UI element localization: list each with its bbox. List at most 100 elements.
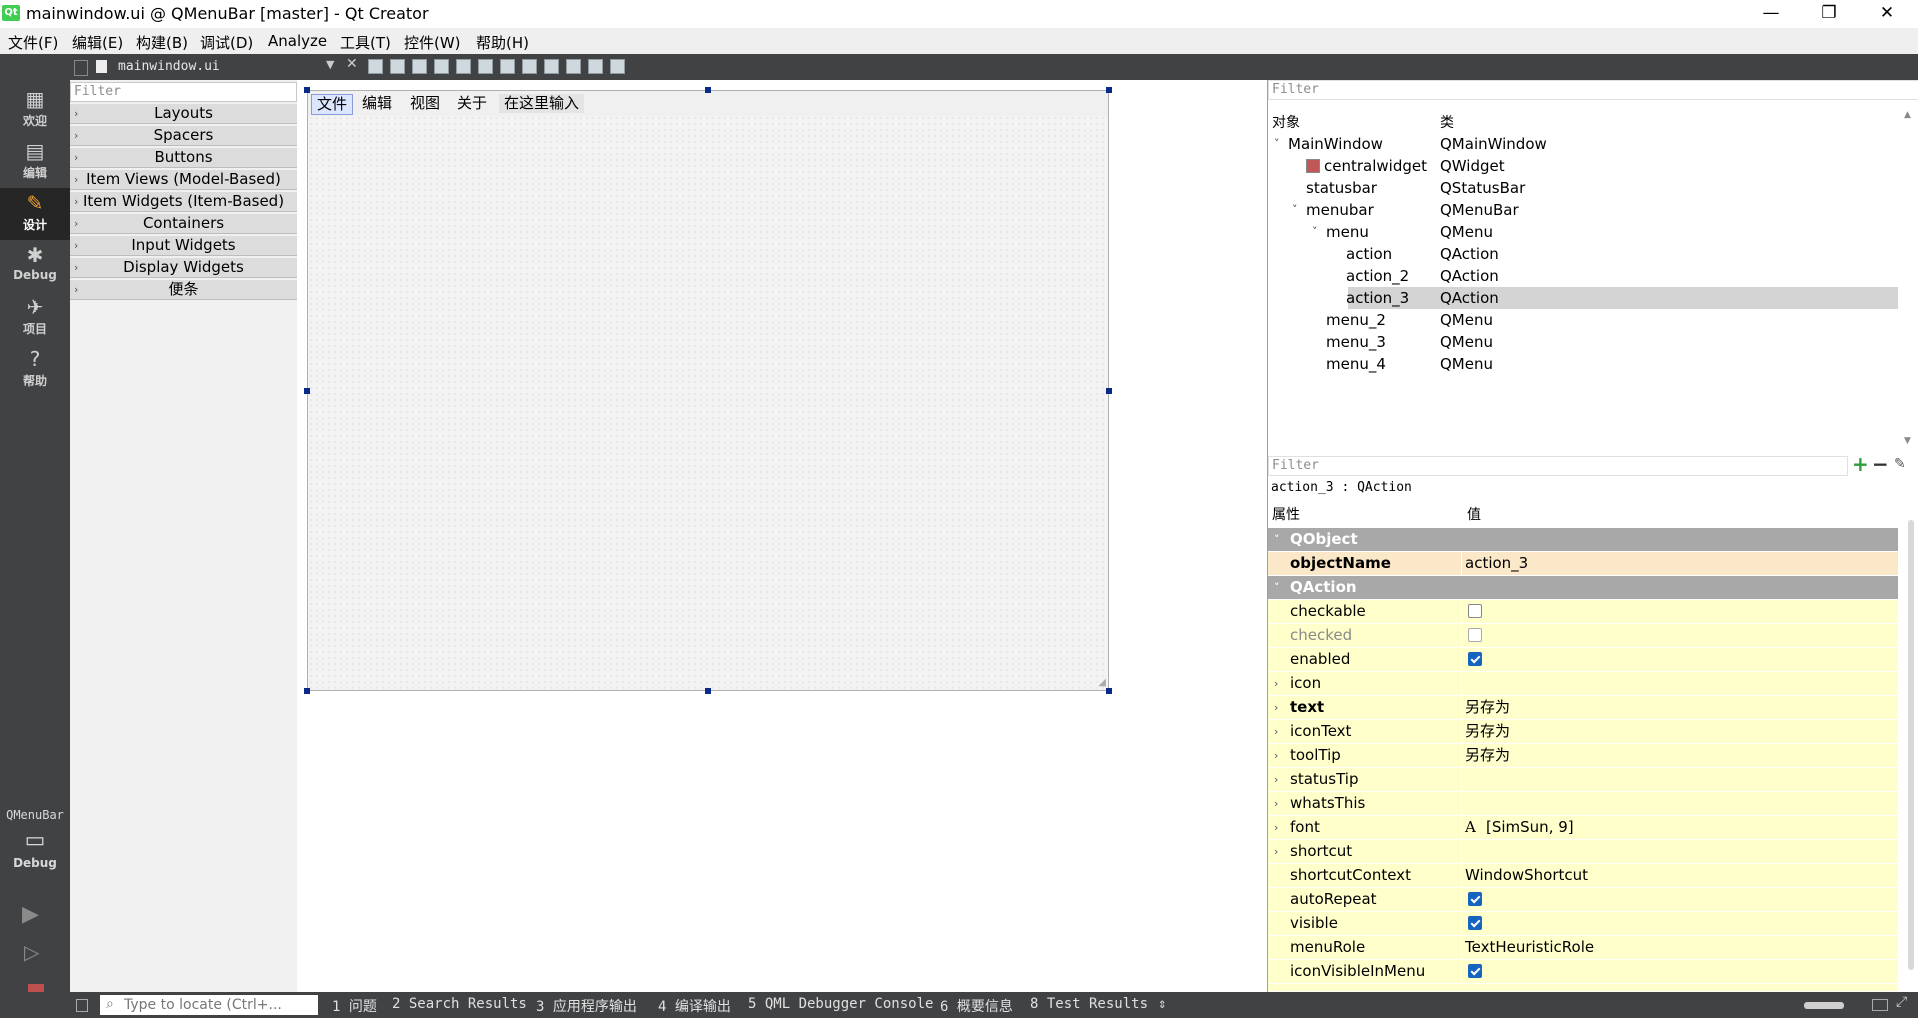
prop-tooltip[interactable]: › toolTip 另存为 (1268, 744, 1898, 768)
prop-visible[interactable]: visible (1268, 912, 1898, 936)
edit-signals-icon[interactable] (390, 59, 405, 74)
prop-value[interactable]: 另存为 (1465, 744, 1510, 767)
prop-icontext[interactable]: › iconText 另存为 (1268, 720, 1898, 744)
tree-row-menu-3[interactable]: menu_3 QMenu (1268, 331, 1898, 353)
category-scratchpad[interactable]: › 便条 (70, 280, 297, 300)
menu-file[interactable]: 文件(F) (8, 32, 58, 53)
toggle-sidebar-icon[interactable] (76, 999, 88, 1012)
value-column-header[interactable]: 值 (1467, 504, 1481, 524)
run-button[interactable]: ▶ (22, 902, 39, 927)
mode-debug[interactable]: ✱ Debug (0, 240, 70, 292)
resize-grip-icon[interactable]: ◢ (1098, 677, 1106, 688)
locator-input[interactable]: Type to locate (Ctrl+... (100, 995, 318, 1015)
prop-value[interactable]: 另存为 (1465, 720, 1510, 743)
split-vertical-icon[interactable] (522, 59, 537, 74)
close-button[interactable]: ✕ (1858, 0, 1916, 28)
prop-enabled[interactable]: enabled (1268, 648, 1898, 672)
property-filter-input[interactable]: Filter (1268, 456, 1848, 476)
mode-help[interactable]: ? 帮助 (0, 344, 70, 396)
autorepeat-checkbox[interactable] (1468, 892, 1482, 906)
layout-horizontal-icon[interactable] (456, 59, 471, 74)
category-layouts[interactable]: › Layouts (70, 104, 297, 124)
prop-font[interactable]: › font A [SimSun, 9] (1268, 816, 1898, 840)
checkable-checkbox[interactable] (1468, 604, 1482, 618)
debug-run-button[interactable]: ▷ (24, 940, 39, 964)
remove-property-icon[interactable]: − (1872, 452, 1889, 476)
menu-analyze[interactable]: Analyze (268, 32, 327, 50)
category-spacers[interactable]: › Spacers (70, 126, 297, 146)
selection-handle[interactable] (304, 688, 310, 694)
prop-shortcut[interactable]: › shortcut (1268, 840, 1898, 864)
menu-build[interactable]: 构建(B) (136, 32, 188, 53)
minimize-button[interactable]: — (1742, 0, 1800, 28)
prop-shortcutcontext[interactable]: shortcutContext WindowShortcut (1268, 864, 1898, 888)
pane-issues[interactable]: 1 问题 (332, 996, 377, 1016)
selection-handle[interactable] (1106, 87, 1112, 93)
pane-general-messages[interactable]: 6 概要信息 (940, 996, 1013, 1016)
more-panes-icon[interactable]: ⇕ (1158, 996, 1166, 1012)
kit-selector[interactable]: ▭ Debug (0, 826, 70, 882)
selection-handle[interactable] (304, 388, 310, 394)
prop-value[interactable]: [SimSun, 9] (1486, 816, 1574, 839)
prop-value[interactable]: WindowShortcut (1465, 864, 1588, 887)
prop-objectname[interactable]: objectName action_3 (1268, 552, 1898, 576)
prop-menurole[interactable]: menuRole TextHeuristicRole (1268, 936, 1898, 960)
prop-text[interactable]: › text 另存为 (1268, 696, 1898, 720)
scroll-down-icon[interactable]: ▼ (1904, 436, 1911, 446)
pane-test-results[interactable]: 8 Test Results (1030, 996, 1148, 1012)
tree-row-mainwindow[interactable]: ˅ MainWindow QMainWindow (1268, 133, 1898, 155)
category-buttons[interactable]: › Buttons (70, 148, 297, 168)
prop-checked[interactable]: checked (1268, 624, 1898, 648)
form-menu-file[interactable]: 文件 (311, 94, 354, 115)
mode-projects[interactable]: ✈ 项目 (0, 292, 70, 344)
property-column-header[interactable]: 属性 (1272, 504, 1300, 524)
prop-icon[interactable]: › icon (1268, 672, 1898, 696)
selection-handle[interactable] (304, 87, 310, 93)
scroll-up-icon[interactable]: ▲ (1904, 110, 1911, 120)
layout-vertical-icon[interactable] (478, 59, 493, 74)
category-display-widgets[interactable]: › Display Widgets (70, 258, 297, 278)
tree-row-menu-2[interactable]: menu_2 QMenu (1268, 309, 1898, 331)
menu-controls[interactable]: 控件(W) (404, 32, 461, 53)
edit-widgets-icon[interactable] (368, 59, 383, 74)
prop-whatsthis[interactable]: › whatsThis (1268, 792, 1898, 816)
form-menu-view[interactable]: 视图 (405, 94, 445, 113)
group-qaction[interactable]: ˅ QAction (1268, 576, 1898, 600)
form-menu-edit[interactable]: 编辑 (357, 94, 397, 113)
selection-handle[interactable] (1106, 388, 1112, 394)
category-item-widgets[interactable]: › Item Widgets (Item-Based) (70, 192, 297, 212)
pane-search-results[interactable]: 2 Search Results (392, 996, 527, 1012)
menu-edit[interactable]: 编辑(E) (72, 32, 123, 53)
add-property-icon[interactable]: + (1852, 452, 1869, 476)
mode-welcome[interactable]: ▦ 欢迎 (0, 84, 70, 136)
category-item-views[interactable]: › Item Views (Model-Based) (70, 170, 297, 190)
prop-checkable[interactable]: checkable (1268, 600, 1898, 624)
menu-debug[interactable]: 调试(D) (200, 32, 253, 53)
selection-handle[interactable] (705, 87, 711, 93)
restore-button[interactable]: ❐ (1800, 0, 1858, 28)
main-window-form[interactable]: 文件 编辑 视图 关于 在这里输入 ◢ (307, 90, 1109, 691)
category-input-widgets[interactable]: › Input Widgets (70, 236, 297, 256)
mode-edit[interactable]: ▤ 编辑 (0, 136, 70, 188)
tree-row-action[interactable]: action QAction (1268, 243, 1898, 265)
form-menu-about[interactable]: 关于 (452, 94, 492, 113)
menu-tools[interactable]: 工具(T) (340, 32, 391, 53)
pane-qml-console[interactable]: 5 QML Debugger Console (748, 996, 933, 1012)
object-filter-input[interactable]: Filter (1268, 80, 1918, 100)
menu-help[interactable]: 帮助(H) (476, 32, 529, 53)
prop-value[interactable]: 另存为 (1465, 696, 1510, 719)
enabled-checkbox[interactable] (1468, 652, 1482, 666)
prop-value[interactable]: TextHeuristicRole (1465, 936, 1594, 959)
tree-row-menu[interactable]: ˅ menu QMenu (1268, 221, 1898, 243)
break-layout-icon[interactable] (588, 59, 603, 74)
pane-compile-output[interactable]: 4 编译输出 (658, 996, 731, 1016)
tree-row-statusbar[interactable]: statusbar QStatusBar (1268, 177, 1898, 199)
chevron-down-icon[interactable]: ▼ (326, 58, 334, 71)
configure-wrench-icon[interactable]: ✎ (1894, 456, 1906, 472)
selection-handle[interactable] (1106, 688, 1112, 694)
pane-app-output[interactable]: 3 应用程序输出 (536, 996, 637, 1016)
edit-buddies-icon[interactable] (412, 59, 427, 74)
edit-tab-order-icon[interactable] (434, 59, 449, 74)
widget-filter-input[interactable]: Filter (70, 82, 297, 102)
visible-checkbox[interactable] (1468, 916, 1482, 930)
